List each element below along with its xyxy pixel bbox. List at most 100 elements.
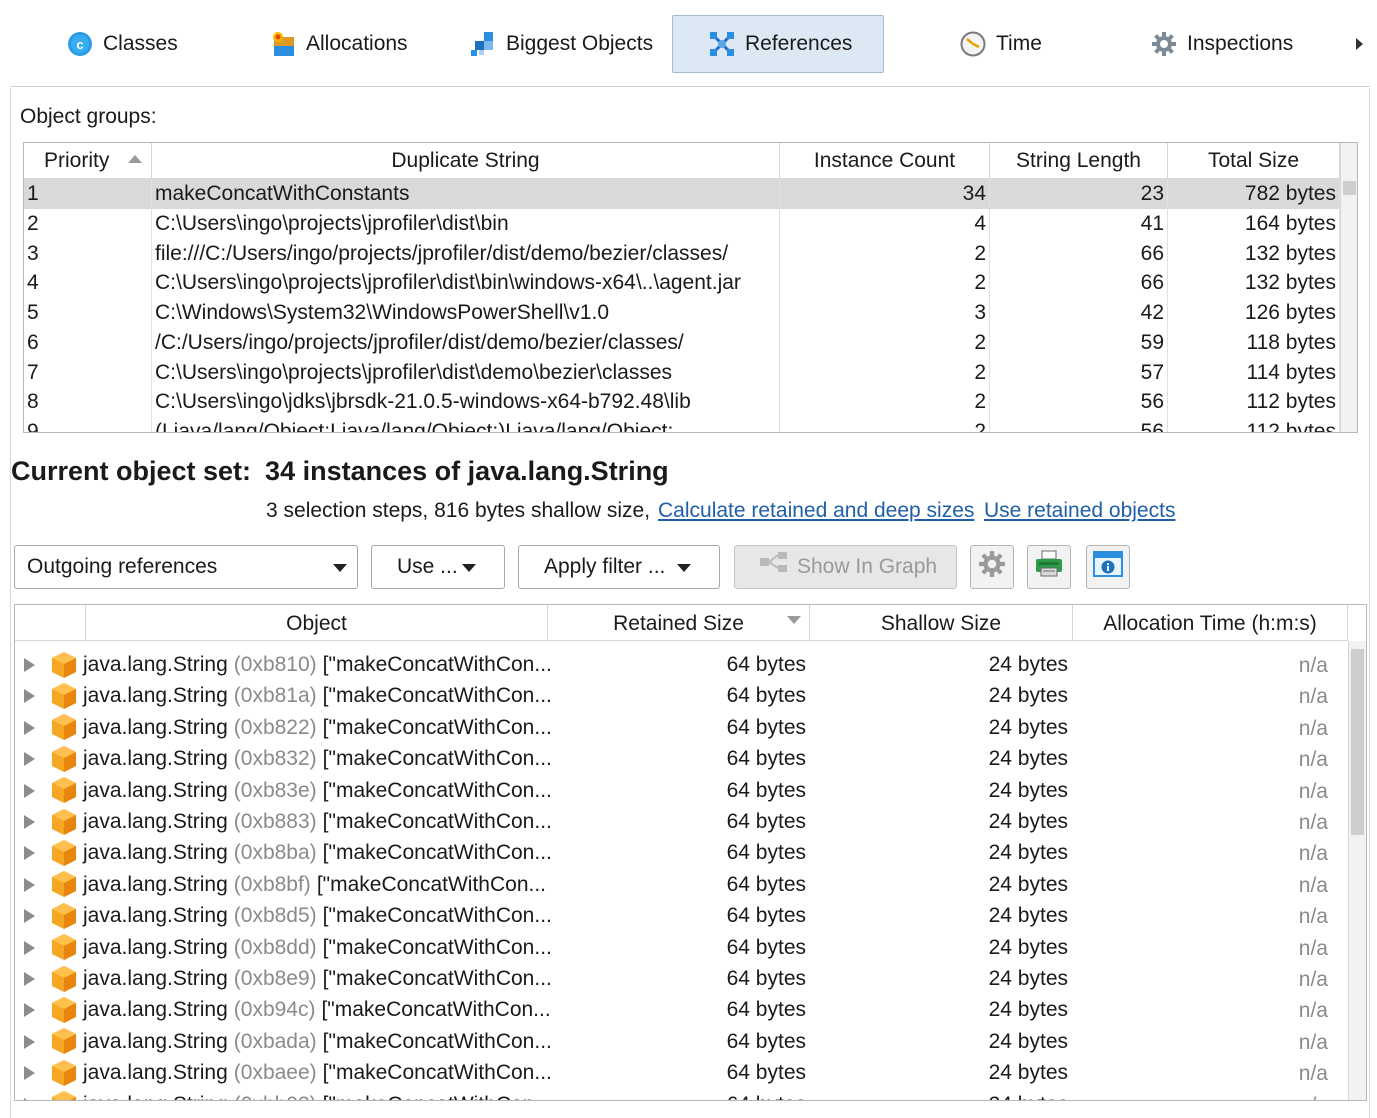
object-value: ["makeConcatWithCon... — [322, 904, 552, 928]
table-row[interactable]: 1 makeConcatWithConstants 34 23 782 bytes — [24, 179, 1340, 209]
tab-allocations[interactable]: Allocations — [255, 15, 423, 73]
table-row[interactable]: 2 C:\Users\ingo\projects\jprofiler\dist\b… — [24, 208, 1340, 239]
allocation-time-cell: n/a — [1298, 716, 1328, 740]
expand-arrow-icon[interactable] — [24, 940, 35, 955]
expand-arrow-icon[interactable] — [24, 720, 35, 735]
expand-arrow-icon[interactable] — [24, 689, 35, 704]
object-instance-icon — [51, 870, 77, 898]
apply-filter-button[interactable]: Apply filter ... — [518, 545, 720, 589]
object-class: java.lang.String — [83, 715, 228, 739]
table-row[interactable]: 6/C:/Users/ingo/projects/jprofiler/dist/… — [24, 327, 1340, 358]
table-row[interactable]: java.lang.String (0xb8e9) ["makeConcatWith… — [15, 963, 1348, 994]
tab-biggest-objects[interactable]: Biggest Objects — [455, 15, 668, 73]
table-row[interactable]: java.lang.String (0xb94c) ["makeConcatWith… — [15, 994, 1348, 1025]
cell-priority: 4 — [24, 268, 152, 298]
settings-button[interactable] — [970, 545, 1014, 589]
window-left-border — [10, 0, 11, 1118]
tab-inspections[interactable]: Inspections — [1136, 15, 1308, 73]
table-row[interactable]: java.lang.String (0xb8bf) ["makeConcatWith… — [15, 869, 1348, 900]
table-row[interactable]: java.lang.String (0xb810) ["makeConcatWith… — [15, 649, 1348, 680]
table-row[interactable]: java.lang.String (0xb883) ["makeConcatWith… — [15, 806, 1348, 837]
column-duplicate-string[interactable]: Duplicate String — [152, 143, 780, 179]
object-instance-icon — [51, 839, 77, 867]
table-row[interactable]: java.lang.String (0xb822) ["makeConcatWith… — [15, 712, 1348, 743]
vertical-scrollbar[interactable] — [1340, 143, 1357, 432]
object-class: java.lang.String — [83, 841, 228, 865]
object-class: java.lang.String — [83, 967, 228, 990]
object-class: java.lang.String — [83, 1061, 228, 1085]
expand-arrow-icon[interactable] — [24, 1003, 35, 1018]
help-button[interactable] — [1086, 545, 1130, 589]
vertical-scrollbar[interactable] — [1348, 641, 1366, 1100]
column-total-size[interactable]: Total Size — [1168, 143, 1340, 179]
table-row[interactable]: 3 file:///C:/Users/ingo/projects/jprofile… — [24, 238, 1340, 269]
shallow-size-cell: 24 bytes — [988, 747, 1068, 771]
table-row[interactable]: java.lang.String (0xb8d5) ["makeConcatWith… — [15, 900, 1348, 931]
object-address: (0xb822) — [233, 715, 317, 739]
tab-time[interactable]: Time — [945, 15, 1057, 73]
table-row[interactable]: 4 C:\Users\ingo\projects\jprofiler\dist\b… — [24, 268, 1340, 298]
use-button[interactable]: Use ... — [371, 545, 505, 589]
column-string-length[interactable]: String Length — [990, 143, 1168, 179]
column-label: Retained Size — [613, 612, 744, 635]
table-row[interactable]: java.lang.String (0xb8dd) ["makeConcatWith… — [15, 932, 1348, 963]
column-instance-count[interactable]: Instance Count — [780, 143, 990, 179]
expand-arrow-icon[interactable] — [24, 1034, 35, 1049]
table-row[interactable]: java.lang.String (0xbb03) ["makeConcatWith… — [15, 1089, 1348, 1100]
cell-string: /C:/Users/ingo/projects/jprofiler/dist/d… — [152, 327, 780, 358]
cell-length: 66 — [990, 268, 1168, 298]
scrollbar-thumb[interactable] — [1343, 181, 1356, 195]
table-row[interactable]: 9 (Ljava/lang/Object;Ljava/lang/Object;)L… — [24, 417, 1340, 432]
calculate-sizes-link[interactable]: Calculate retained and deep sizes — [658, 499, 974, 523]
column-retained-size[interactable]: Retained Size — [548, 605, 810, 641]
expand-arrow-icon[interactable] — [24, 752, 35, 767]
time-icon — [960, 31, 986, 57]
shallow-size-cell: 24 bytes — [988, 967, 1068, 990]
table-row[interactable]: java.lang.String (0xbada) ["makeConcatWith… — [15, 1026, 1348, 1057]
references-table: Object Retained Size Shallow Size Alloca… — [14, 604, 1367, 1101]
shallow-size-cell: 24 bytes — [810, 1089, 1068, 1100]
use-retained-objects-link[interactable]: Use retained objects — [984, 499, 1175, 523]
table-row[interactable]: 7 C:\Users\ingo\projects\jprofiler\dist\d… — [24, 357, 1340, 388]
expand-arrow-icon[interactable] — [24, 972, 35, 986]
table-row[interactable]: 5 C:\Windows\System32\WindowsPowerShell\v… — [24, 298, 1340, 328]
table-row[interactable]: 8 C:\Users\ingo\jdks\jbrsdk-21.0.5-window… — [24, 387, 1340, 417]
table-row[interactable]: java.lang.String (0xb83e) ["makeConcatWith… — [15, 775, 1348, 806]
object-value: ["makeConcatWithCon... — [322, 810, 552, 833]
column-priority[interactable]: Priority — [24, 143, 152, 179]
show-in-graph-label: Show In Graph — [797, 555, 938, 578]
shallow-size-cell: 24 bytes — [988, 841, 1068, 865]
sort-descending-icon — [787, 616, 801, 624]
object-class: java.lang.String — [83, 904, 228, 928]
expand-arrow-icon[interactable] — [24, 815, 35, 829]
chevron-down-icon — [677, 564, 691, 572]
column-allocation-time[interactable]: Allocation Time (h:m:s) — [1073, 605, 1348, 641]
expand-arrow-icon[interactable] — [24, 1097, 35, 1100]
table-row[interactable]: java.lang.String (0xb81a) ["makeConcatWith… — [15, 680, 1348, 711]
expand-arrow-icon[interactable] — [24, 846, 35, 861]
table-row[interactable]: java.lang.String (0xbaee) ["makeConcatWith… — [15, 1057, 1348, 1088]
expand-arrow-icon[interactable] — [24, 658, 35, 672]
cell-size: 112 bytes — [1168, 417, 1340, 432]
show-in-graph-button[interactable]: Show In Graph — [734, 545, 957, 589]
tabs-scroll-right-icon[interactable] — [1356, 38, 1363, 50]
table-row[interactable]: java.lang.String (0xb832) ["makeConcatWith… — [15, 743, 1348, 774]
scrollbar-thumb[interactable] — [1351, 649, 1364, 835]
object-cell: java.lang.String (0xb8bf) ["makeConcatWith… — [51, 869, 546, 900]
references-view-select[interactable]: Outgoing references — [14, 545, 358, 589]
object-value: ["makeConcatWithCon... — [322, 715, 552, 739]
object-address: (0xb81a) — [233, 684, 317, 708]
expand-arrow-icon[interactable] — [24, 877, 35, 892]
column-shallow-size[interactable]: Shallow Size — [810, 605, 1073, 641]
column-object[interactable]: Object — [86, 605, 548, 641]
tab-classes[interactable]: c Classes — [52, 15, 193, 73]
object-address: (0xb810) — [233, 653, 317, 676]
retained-size-cell: 64 bytes — [726, 872, 806, 896]
tab-references[interactable]: References — [672, 15, 884, 73]
retained-size-cell: 64 bytes — [726, 715, 806, 739]
expand-arrow-icon[interactable] — [24, 1066, 35, 1081]
export-button[interactable] — [1027, 545, 1071, 589]
expand-arrow-icon[interactable] — [24, 909, 35, 924]
expand-arrow-icon[interactable] — [24, 783, 35, 798]
table-row[interactable]: java.lang.String (0xb8ba) ["makeConcatWith… — [15, 837, 1348, 868]
